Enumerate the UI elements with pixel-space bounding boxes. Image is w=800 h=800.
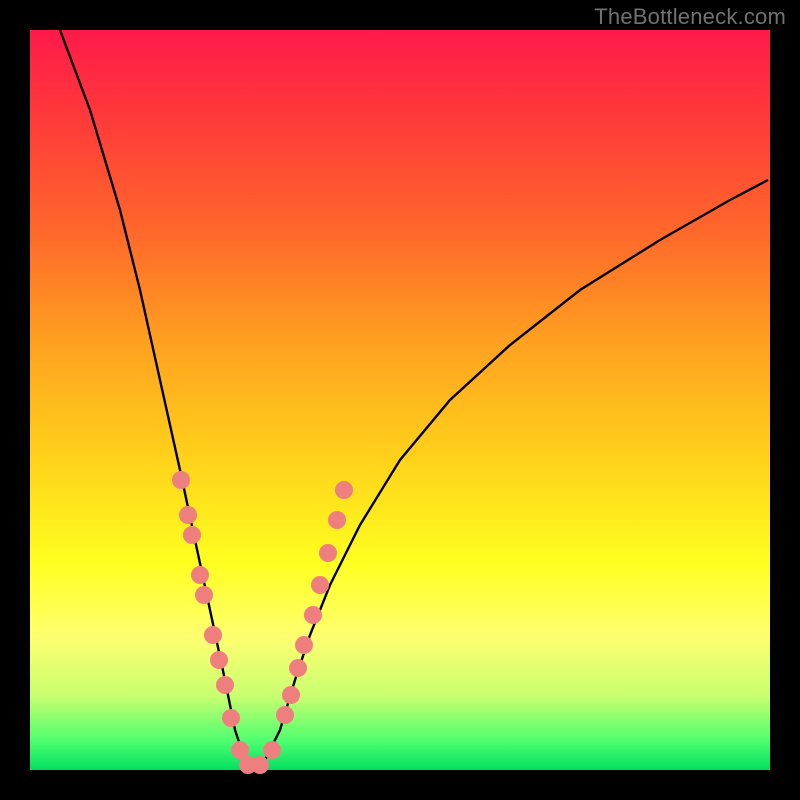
marker-dot (335, 481, 353, 499)
marker-dot (210, 651, 228, 669)
marker-dot (251, 756, 269, 774)
watermark-text: TheBottleneck.com (594, 4, 786, 30)
marker-dot (311, 576, 329, 594)
marker-dot (282, 686, 300, 704)
outer-frame: TheBottleneck.com (0, 0, 800, 800)
marker-dot (216, 676, 234, 694)
marker-dot (222, 709, 240, 727)
marker-dot (263, 741, 281, 759)
marker-dot (172, 471, 190, 489)
marker-dot (183, 526, 201, 544)
marker-dot (195, 586, 213, 604)
marker-dot (179, 506, 197, 524)
bottleneck-curve (60, 30, 768, 768)
plot-area (30, 30, 770, 770)
near-optimal-markers (172, 471, 353, 774)
marker-dot (304, 606, 322, 624)
marker-dot (191, 566, 209, 584)
chart-svg (30, 30, 770, 770)
marker-dot (328, 511, 346, 529)
marker-dot (204, 626, 222, 644)
marker-dot (276, 706, 294, 724)
marker-dot (295, 636, 313, 654)
marker-dot (319, 544, 337, 562)
marker-dot (289, 659, 307, 677)
